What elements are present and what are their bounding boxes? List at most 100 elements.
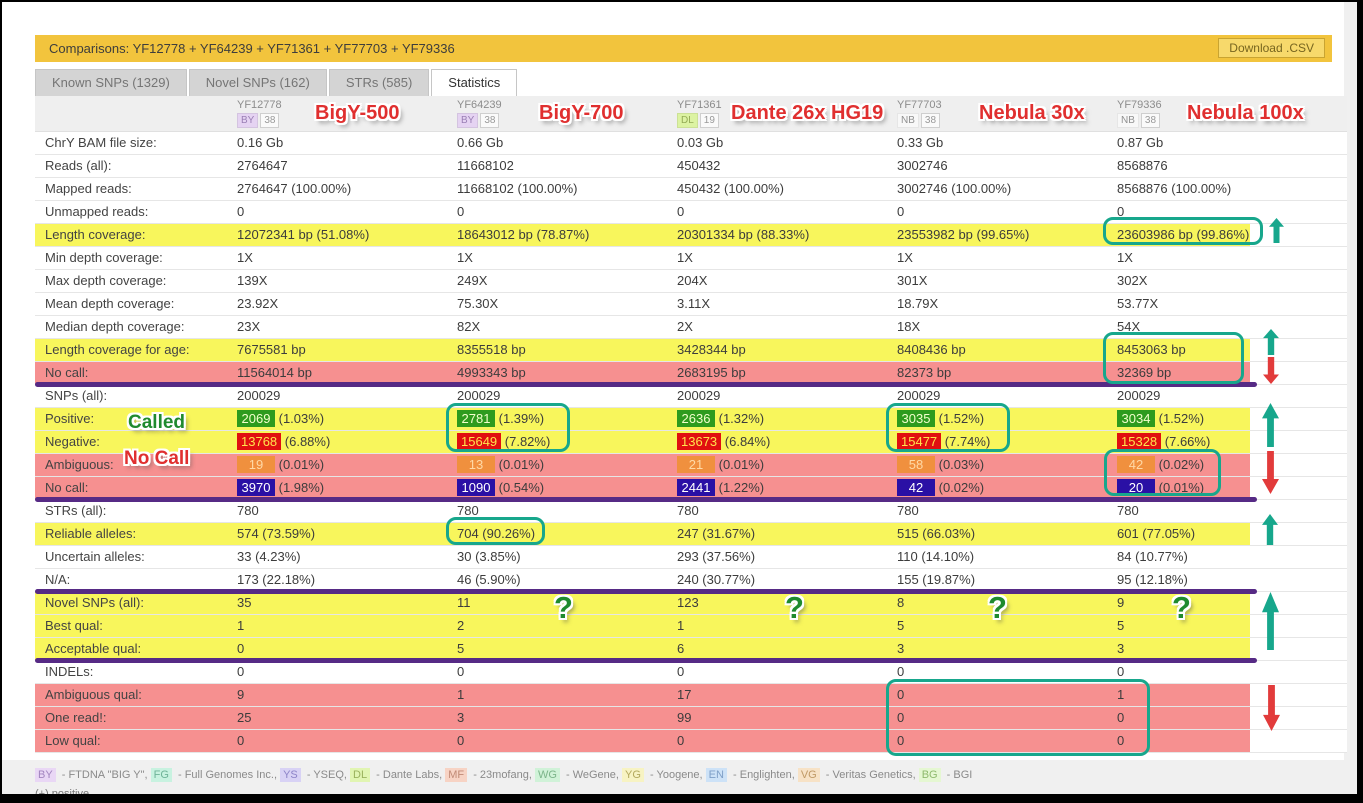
legend: BY - FTDNA "BIG Y", FG - Full Genomes In…	[35, 768, 972, 782]
stat-cell: 0	[1117, 661, 1337, 683]
table-row: ChrY BAM file size:0.16 Gb0.66 Gb0.03 Gb…	[35, 132, 1347, 155]
stat-cell: 9	[1117, 592, 1337, 614]
stat-cell: 20 (0.01%)	[1117, 477, 1337, 499]
column-header-YF71361: YF71361DL19	[677, 99, 887, 130]
tab-statistics[interactable]: Statistics	[431, 69, 517, 96]
value-badge: 42	[897, 479, 935, 496]
table-row: No call:11564014 bp4993343 bp2683195 bp8…	[35, 362, 1347, 385]
stat-cell: 53.77X	[1117, 293, 1337, 315]
stat-cell: 1X	[457, 247, 677, 269]
stat-cell: 58 (0.03%)	[897, 454, 1117, 476]
download-csv-button[interactable]: Download .CSV	[1218, 38, 1325, 58]
page: Comparisons: YF12778 + YF64239 + YF71361…	[2, 2, 1357, 794]
stat-cell: 3002746 (100.00%)	[897, 178, 1117, 200]
value-badge: 21	[677, 456, 715, 473]
stat-cell: 3034 (1.52%)	[1117, 408, 1337, 430]
version-badge: 38	[260, 113, 279, 128]
tabs: Known SNPs (1329)Novel SNPs (162)STRs (5…	[35, 69, 517, 96]
table-row: Acceptable qual:05633	[35, 638, 1347, 661]
row-label: Length coverage for age:	[35, 339, 237, 361]
purple-divider	[35, 497, 1257, 502]
sample-id: YF79336	[1117, 99, 1327, 111]
version-badge: 38	[480, 113, 499, 128]
stat-cell: 780	[457, 500, 677, 522]
legend-item: MF - 23mofang,	[445, 769, 535, 781]
tab-strs[interactable]: STRs (585)	[329, 69, 429, 96]
stat-cell: 0	[237, 730, 457, 752]
stat-cell: 1	[237, 615, 457, 637]
stat-cell: 1X	[237, 247, 457, 269]
stat-cell: 82X	[457, 316, 677, 338]
tab-novel-snps[interactable]: Novel SNPs (162)	[189, 69, 327, 96]
comparisons-title: Comparisons: YF12778 + YF64239 + YF71361…	[35, 41, 455, 56]
legend-code-badge: VG	[798, 768, 820, 782]
row-label: Reads (all):	[35, 155, 237, 177]
stat-cell: 30 (3.85%)	[457, 546, 677, 568]
stat-cell: 0	[897, 707, 1117, 729]
value-badge: 1090	[457, 479, 495, 496]
stat-cell: 0	[677, 661, 897, 683]
value-badge: 13	[457, 456, 495, 473]
row-label: Mapped reads:	[35, 178, 237, 200]
value-badge: 19	[237, 456, 275, 473]
table-row: Reads (all):2764647116681024504323002746…	[35, 155, 1347, 178]
row-label: Best qual:	[35, 615, 237, 637]
stat-cell: 42 (0.02%)	[897, 477, 1117, 499]
stat-cell: 7675581 bp	[237, 339, 457, 361]
stat-cell: 574 (73.59%)	[237, 523, 457, 545]
lab-badge: NB	[897, 113, 919, 128]
stat-cell: 11668102 (100.00%)	[457, 178, 677, 200]
row-label: STRs (all):	[35, 500, 237, 522]
stat-cell: 13673 (6.84%)	[677, 431, 897, 453]
table-row: Mean depth coverage:23.92X75.30X3.11X18.…	[35, 293, 1347, 316]
version-badge: 38	[1141, 113, 1160, 128]
value-badge: 2069	[237, 410, 275, 427]
table-row: Ambiguous qual:911701	[35, 684, 1347, 707]
stat-cell: 8	[897, 592, 1117, 614]
value-badge: 3034	[1117, 410, 1155, 427]
value-badge: 2636	[677, 410, 715, 427]
stat-cell: 8453063 bp	[1117, 339, 1337, 361]
stat-cell: 1	[677, 615, 897, 637]
legend-item: EN - Englighten,	[706, 769, 798, 781]
table-row: Best qual:12155	[35, 615, 1347, 638]
sample-id: YF77703	[897, 99, 1107, 111]
stat-cell: 0.33 Gb	[897, 132, 1117, 154]
legend-item: DL - Dante Labs,	[350, 769, 445, 781]
stat-cell: 12072341 bp (51.08%)	[237, 224, 457, 246]
purple-divider	[35, 382, 1257, 387]
table-row: N/A:173 (22.18%)46 (5.90%)240 (30.77%)15…	[35, 569, 1347, 592]
stat-cell: 123	[677, 592, 897, 614]
table-header: YF12778BY38YF64239BY38YF71361DL19YF77703…	[35, 96, 1347, 132]
table-row: Min depth coverage:1X1X1X1X1X	[35, 247, 1347, 270]
stat-cell: 3	[1117, 638, 1337, 660]
stat-cell: 1	[1117, 684, 1337, 706]
stat-cell: 0	[237, 661, 457, 683]
legend-code-badge: YG	[622, 768, 644, 782]
stat-cell: 0	[897, 684, 1117, 706]
value-badge: 13768	[237, 433, 281, 450]
table-row: Reliable alleles:574 (73.59%)704 (90.26%…	[35, 523, 1347, 546]
stat-cell: 3428344 bp	[677, 339, 897, 361]
stat-cell: 82373 bp	[897, 362, 1117, 384]
table-row: No call:3970 (1.98%)1090 (0.54%)2441 (1.…	[35, 477, 1347, 500]
version-badge: 19	[700, 113, 719, 128]
stat-cell: 0	[1117, 707, 1337, 729]
stat-cell: 32369 bp	[1117, 362, 1337, 384]
tab-known-snps[interactable]: Known SNPs (1329)	[35, 69, 187, 96]
lab-badge: NB	[1117, 113, 1139, 128]
value-badge: 3970	[237, 479, 275, 496]
table-row: Mapped reads:2764647 (100.00%)11668102 (…	[35, 178, 1347, 201]
stat-cell: 33 (4.23%)	[237, 546, 457, 568]
value-badge: 42	[1117, 456, 1155, 473]
stats-table: YF12778BY38YF64239BY38YF71361DL19YF77703…	[35, 96, 1347, 753]
stat-cell: 3035 (1.52%)	[897, 408, 1117, 430]
stat-cell: 450432	[677, 155, 897, 177]
stat-cell: 0.16 Gb	[237, 132, 457, 154]
lab-badge: DL	[677, 113, 698, 128]
legend-code-badge: EN	[706, 768, 727, 782]
stat-cell: 1	[457, 684, 677, 706]
row-label: No call:	[35, 362, 237, 384]
stat-cell: 780	[1117, 500, 1337, 522]
stat-cell: 95 (12.18%)	[1117, 569, 1337, 591]
